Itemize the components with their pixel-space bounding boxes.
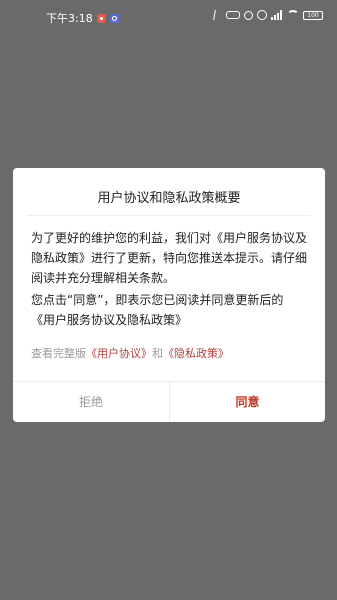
status-bar: 下午3:18 100	[0, 0, 337, 36]
signal-icon	[271, 10, 283, 20]
app-icon	[109, 13, 119, 23]
status-left: 下午3:18	[46, 10, 119, 26]
dialog-title: 用户协议和隐私政策概要	[97, 191, 241, 206]
privacy-policy-link[interactable]: 《隐私政策》	[163, 347, 229, 360]
hd-icon	[226, 11, 240, 19]
title-divider	[27, 215, 311, 216]
agree-button[interactable]: 同意	[170, 382, 325, 422]
notification-icon	[96, 13, 106, 23]
view-full-prefix: 查看完整版	[31, 347, 86, 360]
and-text: 和	[152, 347, 163, 360]
dialog-body-paragraph-1: 为了更好的维护您的利益，我们对《用户服务协议及隐私政策》进行了更新，特向您推送本…	[31, 231, 308, 285]
status-right: 100	[213, 10, 323, 20]
view-full-line: 查看完整版《用户协议》和《隐私政策》	[31, 345, 311, 361]
user-agreement-link[interactable]: 《用户协议》	[86, 347, 152, 360]
dialog-body-paragraph-2: 您点击“同意”，即表示您已阅读并同意更新后的 《用户服务协议及隐私政策》	[31, 293, 284, 327]
battery-icon: 100	[303, 10, 323, 20]
privacy-dialog: 用户协议和隐私政策概要 为了更好的维护您的利益，我们对《用户服务协议及隐私政策》…	[13, 168, 325, 422]
mute-icon	[244, 10, 253, 20]
wifi-icon	[287, 10, 299, 20]
alarm-icon	[257, 10, 267, 20]
reject-button[interactable]: 拒绝	[13, 382, 169, 422]
bluetooth-icon	[213, 10, 223, 20]
status-time: 下午3:18	[46, 12, 93, 25]
